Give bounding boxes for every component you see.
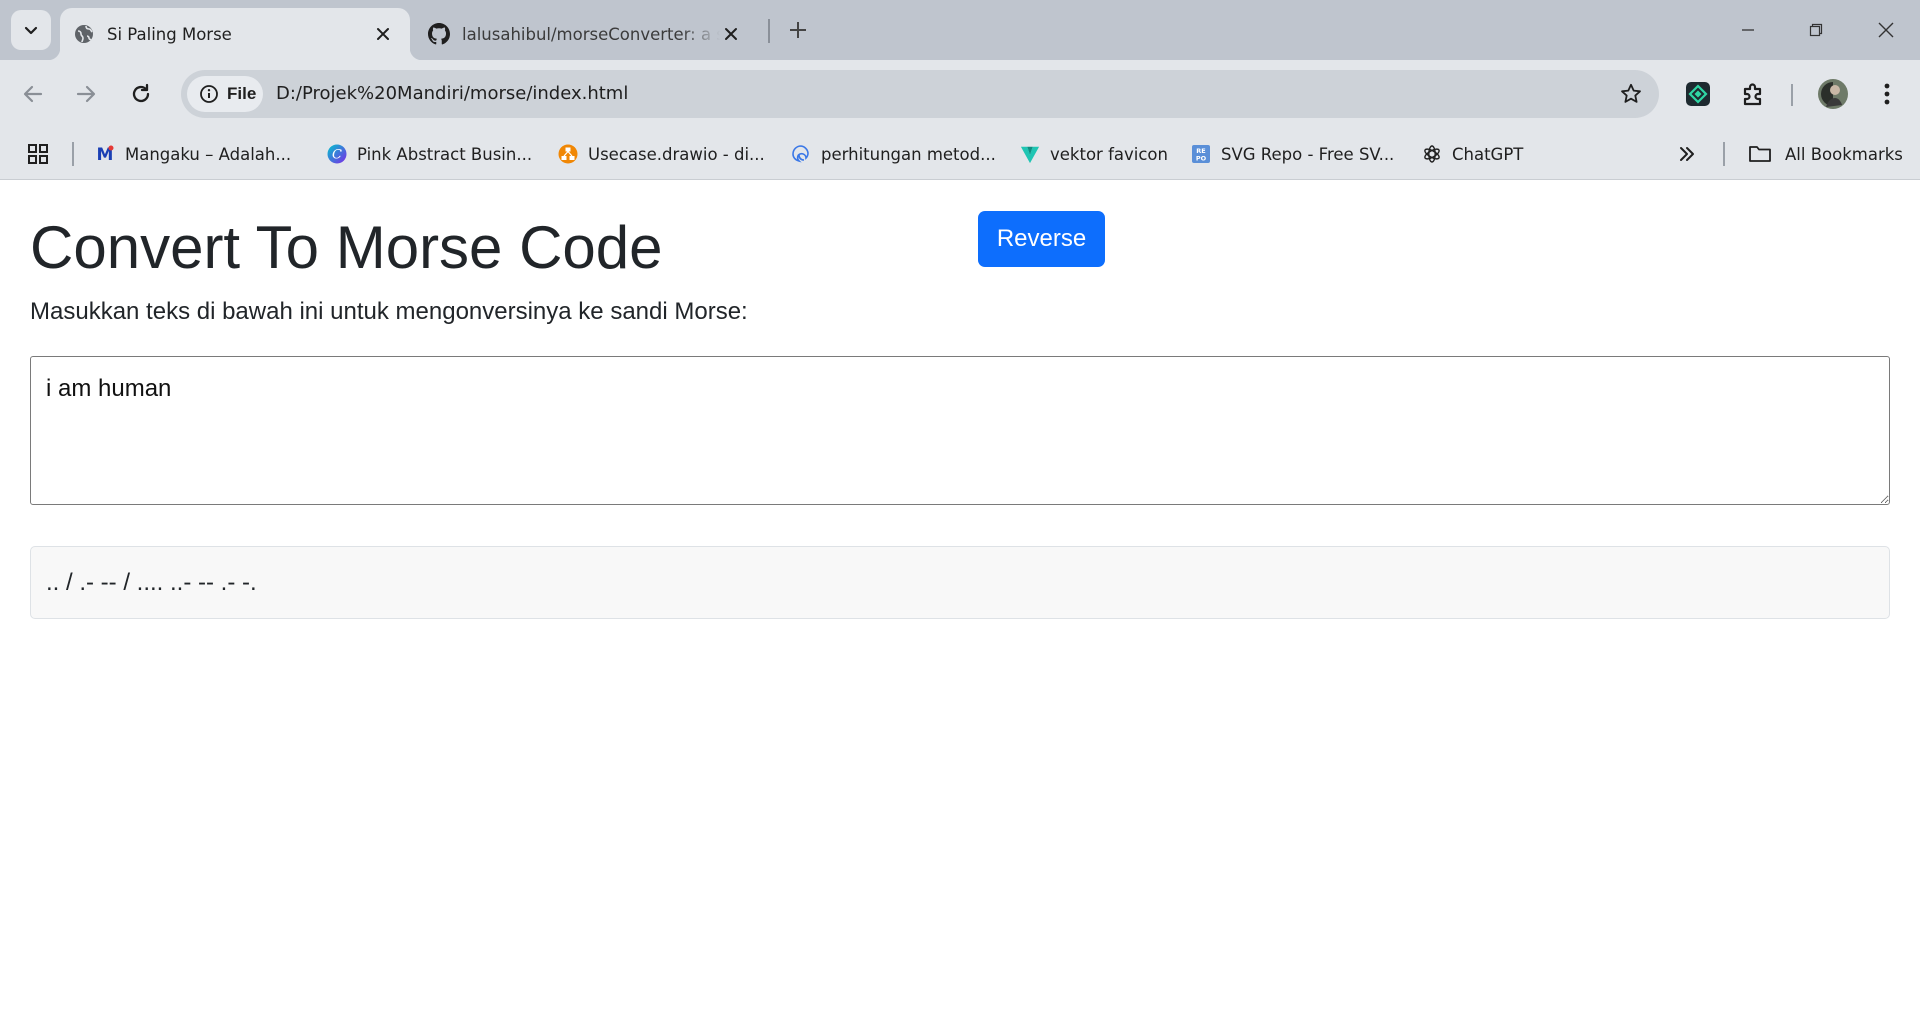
bookmarks-bar: M Mangaku – Adalah... C Pink Abstract Bu…	[0, 128, 1920, 180]
reload-button[interactable]	[121, 74, 161, 114]
page-title: Convert To Morse Code	[30, 214, 663, 281]
apps-button[interactable]	[27, 128, 49, 180]
puzzle-icon	[1743, 83, 1762, 106]
vector-icon	[1020, 144, 1040, 164]
tab-si-paling-morse[interactable]: Si Paling Morse	[48, 8, 422, 60]
folder-icon	[1747, 144, 1773, 164]
tab-title: Si Paling Morse	[107, 24, 232, 44]
bookmark-star-icon[interactable]	[1619, 82, 1643, 106]
page-content: Convert To Morse Code Reverse Masukkan t…	[0, 181, 1920, 1020]
browser-menu-button[interactable]	[1869, 76, 1905, 112]
all-bookmarks-label: All Bookmarks	[1785, 144, 1903, 164]
drawio-icon	[558, 144, 578, 164]
avatar-icon	[1818, 79, 1848, 109]
info-icon	[200, 85, 218, 103]
minimize-icon	[1742, 29, 1754, 31]
bookmarks-divider	[72, 142, 74, 166]
forward-button[interactable]	[66, 74, 106, 114]
chevron-double-right-icon	[1680, 147, 1694, 161]
site-info-chip[interactable]: File	[187, 76, 263, 112]
bookmark-usecase-drawio[interactable]: Usecase.drawio - di...	[558, 128, 765, 180]
site-info-label: File	[227, 84, 257, 103]
restore-button[interactable]	[1782, 0, 1850, 60]
profile-avatar[interactable]	[1815, 76, 1851, 112]
svg-text:PO: PO	[1196, 155, 1207, 163]
close-window-button[interactable]	[1852, 0, 1920, 60]
bookmark-label: Pink Abstract Busin...	[357, 144, 533, 164]
bookmark-chatgpt[interactable]: ChatGPT	[1422, 128, 1523, 180]
minimize-button[interactable]	[1714, 0, 1782, 60]
restore-icon	[1809, 23, 1823, 37]
back-button[interactable]	[13, 74, 53, 114]
all-bookmarks-button[interactable]: All Bookmarks	[1747, 128, 1903, 180]
plus-icon	[790, 22, 806, 38]
bookmark-label: Mangaku – Adalah...	[125, 144, 292, 164]
bookmark-label: perhitungan metod...	[821, 144, 996, 164]
svg-text:C: C	[332, 148, 342, 163]
reload-icon	[132, 83, 150, 103]
github-icon	[428, 23, 450, 45]
bookmark-label: vektor favicon	[1050, 144, 1168, 164]
text-input[interactable]: i am human	[30, 356, 1890, 505]
instruction-text: Masukkan teks di bawah ini untuk mengonv…	[30, 298, 748, 325]
bookmarks-divider	[1723, 142, 1725, 166]
new-tab-button[interactable]	[780, 12, 816, 48]
url-text[interactable]: D:/Projek%20Mandiri/morse/index.html	[276, 70, 628, 118]
globe-icon	[73, 23, 95, 45]
chatgpt-icon	[1422, 144, 1442, 164]
tab-divider	[768, 19, 770, 43]
canva-icon: C	[327, 144, 347, 164]
extension-button[interactable]	[1680, 76, 1716, 112]
address-bar[interactable]: File D:/Projek%20Mandiri/morse/index.htm…	[181, 70, 1659, 118]
apps-grid-icon	[28, 144, 48, 164]
extension-diamond-icon	[1686, 82, 1710, 106]
edge-icon	[791, 144, 811, 164]
bookmark-mangaku[interactable]: M Mangaku – Adalah...	[95, 128, 292, 180]
tab-strip: Si Paling Morse lalusahibul/morseConvert…	[0, 0, 1920, 60]
bookmark-label: Usecase.drawio - di...	[588, 144, 765, 164]
svgrepo-icon: RE PO	[1191, 144, 1211, 164]
bookmark-label: ChatGPT	[1452, 144, 1524, 164]
mangaku-icon: M	[95, 144, 115, 164]
more-bookmarks-button[interactable]	[1678, 128, 1696, 180]
tab-search-button[interactable]	[11, 10, 51, 50]
bookmark-label: SVG Repo - Free SV...	[1221, 144, 1395, 164]
reverse-button[interactable]: Reverse	[978, 211, 1105, 267]
bookmark-perhitungan[interactable]: perhitungan metod...	[791, 128, 996, 180]
bookmark-svg-repo[interactable]: RE PO SVG Repo - Free SV...	[1191, 128, 1394, 180]
bookmark-vektor-favicon[interactable]: vektor favicon	[1020, 128, 1168, 180]
arrow-left-icon	[23, 85, 43, 103]
toolbar-divider	[1791, 84, 1793, 106]
extensions-menu-button[interactable]	[1736, 76, 1772, 112]
close-tab-icon[interactable]	[720, 23, 742, 45]
browser-toolbar: File D:/Projek%20Mandiri/morse/index.htm…	[0, 60, 1920, 128]
more-vertical-icon	[1884, 83, 1890, 105]
tab-github-morseconverter[interactable]: lalusahibul/morseConverter: a s	[418, 8, 758, 60]
close-tab-icon[interactable]	[372, 23, 394, 45]
morse-output: .. / .- -- / .... ..- -- .- -.	[30, 546, 1890, 619]
tab-title: lalusahibul/morseConverter: a s	[462, 24, 720, 44]
morse-output-text: .. / .- -- / .... ..- -- .- -.	[46, 568, 257, 596]
arrow-right-icon	[76, 85, 96, 103]
close-icon	[1878, 22, 1894, 38]
bookmark-pink-abstract[interactable]: C Pink Abstract Busin...	[327, 128, 532, 180]
chevron-down-icon	[24, 26, 38, 35]
